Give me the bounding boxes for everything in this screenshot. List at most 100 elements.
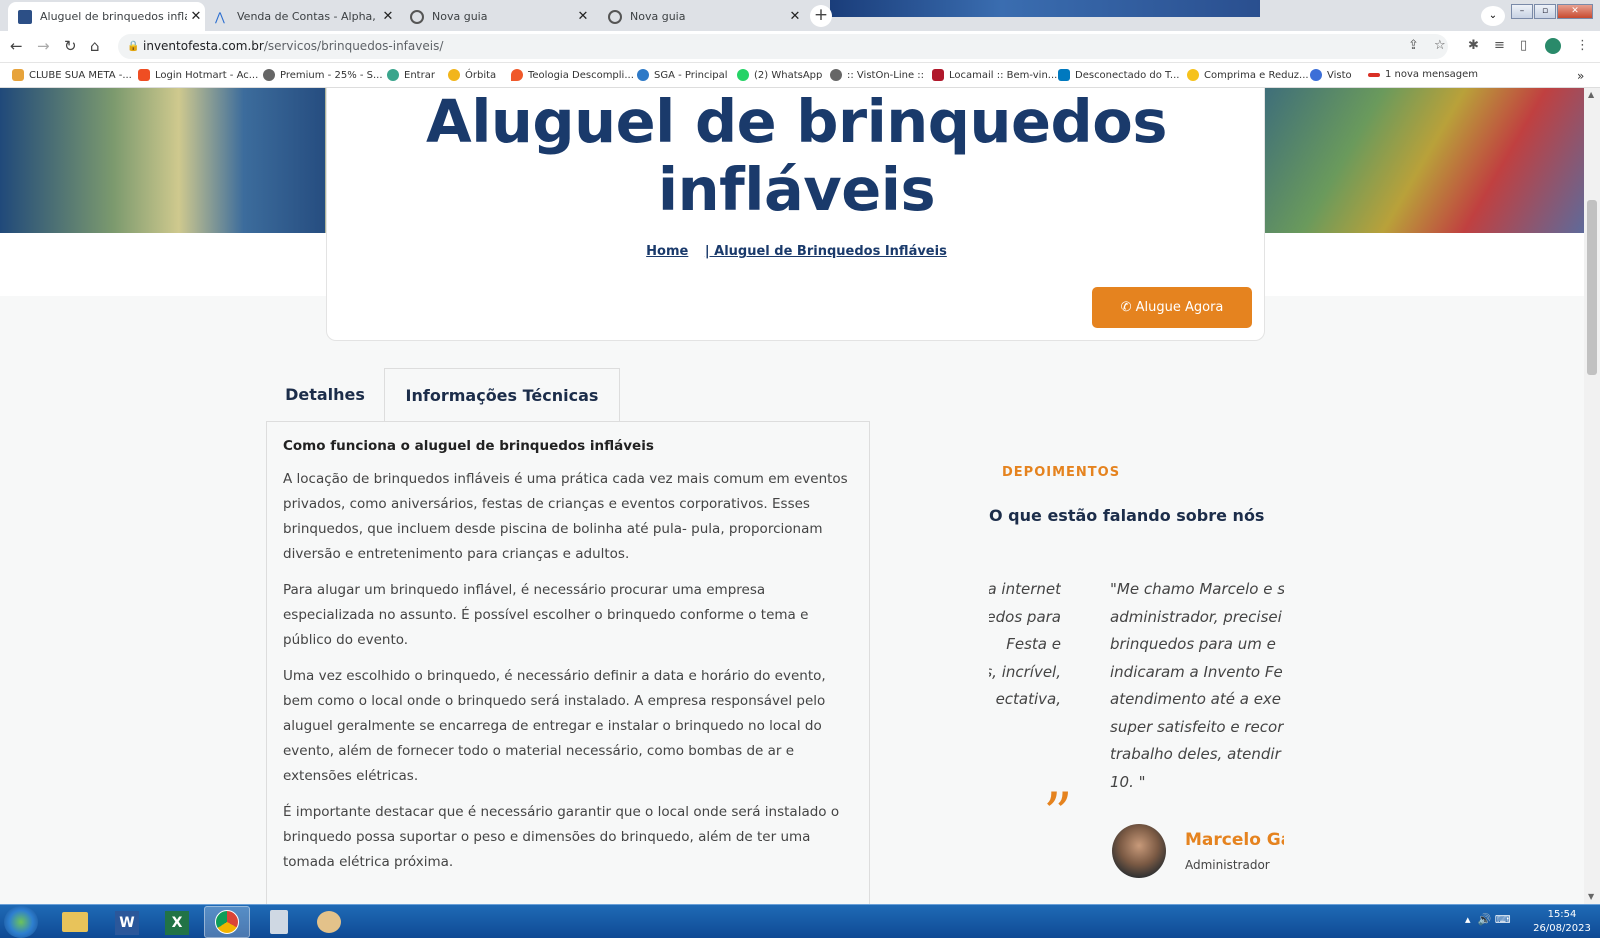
whatsapp-icon: ✆ [1120,300,1136,315]
scroll-up-arrow-icon[interactable]: ▲ [1588,90,1594,99]
more-menu-icon[interactable]: ⋮ [1576,38,1589,53]
testimonials-label: DEPOIMENTOS [1002,465,1121,480]
minimize-button[interactable]: – [1511,4,1533,19]
bookmark-item[interactable]: 1 nova mensagem [1368,69,1478,80]
paragraph: Para alugar um brinquedo inflável, é nec… [283,582,809,648]
chrome-favicon-icon [608,9,622,24]
extensions-icon[interactable]: ✱ [1468,38,1479,53]
bookmark-item[interactable]: Entrar [387,69,435,81]
testimonial-carousel[interactable]: a internet uedos para Festa e es, incrív… [989,576,1284,806]
tab-title: Nova guia [432,10,488,23]
tab-informacoes-tecnicas[interactable]: Informações Técnicas [384,368,620,422]
close-tab-icon[interactable]: ✕ [786,9,804,24]
breadcrumb-current-link[interactable]: | Aluguel de Brinquedos Infláveis [705,244,947,259]
new-tab-button[interactable]: + [810,5,832,27]
hero-image-right [1264,88,1584,233]
window-title-background [830,0,1260,17]
testimonial-line: 10. " [1110,772,1146,791]
bookmark-item[interactable]: (2) WhatsApp [737,69,822,81]
forward-icon[interactable]: → [37,37,50,55]
calculator-icon[interactable] [256,906,302,938]
address-bar[interactable]: 🔒 inventofesta.com.br/servicos/brinquedo… [118,34,1448,59]
browser-tab-3[interactable]: Nova guia ✕ [400,2,592,31]
testimonial-author-role: Administrador [1185,858,1270,872]
testimonial-line: atendimento até a exe [1110,690,1282,708]
tab-detalhes[interactable]: Detalhes [266,368,384,422]
start-button[interactable] [4,906,38,938]
home-icon[interactable]: ⌂ [90,37,100,55]
profile-avatar-icon[interactable] [1545,38,1561,54]
bookmark-label: Entrar [404,69,435,81]
url-host: inventofesta.com.br [143,39,264,53]
bookmark-item[interactable]: CLUBE SUA META -... [12,69,132,81]
system-clock[interactable]: 15:54 26/08/2023 [1527,908,1597,936]
windows-taskbar: W X ▴ 🔊 ⌨ 15:54 26/08/2023 [0,904,1600,938]
close-tab-icon[interactable]: ✕ [574,9,592,24]
bookmark-label: Desconectado do T... [1075,69,1180,81]
browser-tab-4[interactable]: Nova guia ✕ [598,2,804,31]
lock-icon: 🔒 [127,41,140,52]
breadcrumb-home-link[interactable]: Home [646,244,688,259]
bookmark-item[interactable]: Comprima e Reduz... [1187,69,1309,81]
bookmark-label: (2) WhatsApp [754,69,823,81]
title-card: Aluguel de brinquedos infláveis Home | A… [326,88,1265,341]
clock-time: 15:54 [1547,909,1577,920]
bookmark-label: Visto [1327,69,1352,81]
url-path: /servicos/brinquedos-infaveis/ [263,39,444,53]
bookmark-item[interactable]: :: VistOn-Line :: [830,69,924,81]
browser-tab-2[interactable]: ⋀ Venda de Contas - Alpha, o 1º M ✕ [205,2,397,31]
bookmark-label: 1 nova mensagem [1385,69,1479,80]
close-tab-icon[interactable]: ✕ [187,9,205,24]
scroll-down-arrow-icon[interactable]: ▼ [1588,892,1594,901]
rent-now-label: Alugue Agora [1135,300,1224,315]
side-panel-icon[interactable]: ▯ [1520,38,1527,53]
reload-icon[interactable]: ↻ [64,37,77,55]
reading-list-icon[interactable]: ≡ [1494,38,1505,53]
bookmark-label: Login Hotmart - Ac... [155,69,259,81]
testimonial-line: indicaram a Invento Fe [1110,662,1283,681]
word-icon[interactable]: W [104,906,150,938]
bookmark-item[interactable]: Órbita [448,69,496,81]
bookmark-star-icon[interactable]: ☆ [1434,38,1446,53]
excel-icon[interactable]: X [154,906,200,938]
bookmark-favicon-icon [387,69,399,81]
bookmark-item[interactable]: Premium - 25% - S... [263,69,383,81]
close-tab-icon[interactable]: ✕ [379,9,397,24]
bookmark-item[interactable]: Teologia Descompli... [511,69,634,81]
maximize-button[interactable]: ▫ [1534,4,1556,19]
window-controls: – ▫ ✕ [1511,4,1593,19]
quote-mark-icon: ” [1043,780,1073,848]
system-tray[interactable]: ▴ 🔊 ⌨ [1465,913,1511,926]
bookmark-label: :: VistOn-Line :: [847,69,925,81]
tab-title: Venda de Contas - Alpha, o 1º M [237,10,379,23]
tab-search-chevron-icon[interactable]: ⌄ [1481,6,1505,26]
bookmarks-overflow-icon[interactable]: » [1577,69,1584,83]
clock-date: 26/08/2023 [1533,923,1591,934]
chrome-taskbar-icon[interactable] [204,906,250,938]
bookmark-item[interactable]: Login Hotmart - Ac... [138,69,258,81]
web-page: Aluguel de brinquedos infláveis Home | A… [0,88,1584,904]
browser-tab-1[interactable]: Aluguel de brinquedos infláveis ✕ [8,2,205,31]
bookmark-item[interactable]: SGA - Principal [637,69,728,81]
scrollbar-thumb[interactable] [1587,200,1597,375]
bookmark-item[interactable]: Desconectado do T... [1058,69,1179,81]
alpha-favicon-icon: ⋀ [215,9,225,24]
page-scrollbar[interactable]: ▲ ▼ [1584,88,1600,904]
close-window-button[interactable]: ✕ [1557,4,1593,19]
bookmark-item[interactable]: Visto [1310,69,1352,81]
tab-title: Aluguel de brinquedos infláveis [40,10,187,23]
testimonial-line: Festa e [1006,635,1061,653]
share-icon[interactable]: ⇪ [1408,38,1419,53]
back-icon[interactable]: ← [10,37,23,55]
rent-now-button[interactable]: ✆ Alugue Agora [1092,287,1252,328]
bookmark-item[interactable]: Locamail :: Bem-vin... [932,69,1057,81]
paragraph: Uma vez escolhido o brinquedo, é necessá… [283,668,826,784]
paint-icon[interactable] [306,906,352,938]
hotmart-icon [138,69,150,81]
globe-icon [830,69,842,81]
bookmark-favicon-icon [637,69,649,81]
file-explorer-icon[interactable] [52,906,98,938]
hero-image-left [0,88,325,233]
tab-title: Nova guia [630,10,686,23]
bookmark-label: Premium - 25% - S... [280,69,383,81]
